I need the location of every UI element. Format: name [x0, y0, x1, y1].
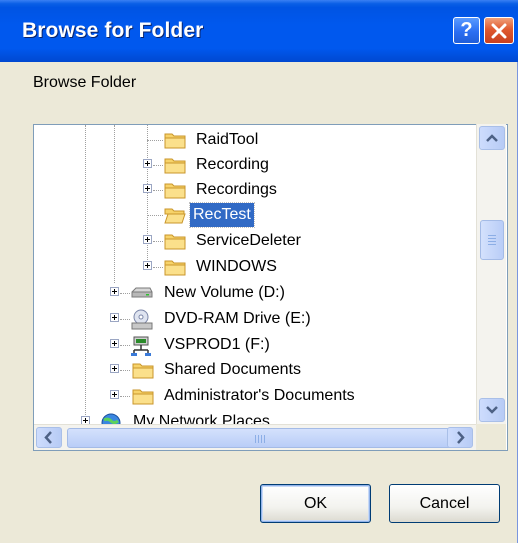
tree-guide-line: [153, 165, 163, 166]
chevron-down-icon: [486, 406, 498, 414]
expand-icon[interactable]: [110, 339, 119, 348]
hard-drive-icon: [131, 287, 153, 298]
folder-icon: [164, 260, 186, 276]
tree-item-label: VSPROD1 (F:): [164, 336, 270, 353]
folder-icon: [164, 234, 186, 250]
tree-item-label: ServiceDeleter: [196, 232, 301, 249]
chevron-right-icon: [457, 431, 465, 444]
tree-item-label: New Volume (D:): [164, 284, 285, 301]
folder-tree[interactable]: RaidTool Recording Recordings RecTest Se…: [33, 124, 508, 451]
tree-guide-line: [120, 293, 130, 294]
folder-icon: [132, 363, 154, 379]
expand-icon[interactable]: [110, 364, 119, 373]
tree-item[interactable]: ServiceDeleter: [34, 229, 474, 253]
expand-icon[interactable]: [110, 313, 119, 322]
help-button[interactable]: ?: [453, 17, 480, 44]
expand-icon[interactable]: [110, 390, 119, 399]
scrollbar-corner: [476, 424, 506, 450]
scroll-up-button[interactable]: [479, 126, 505, 150]
tree-guide-line: [120, 319, 130, 320]
close-button[interactable]: [484, 17, 514, 44]
tree-guide-line: [120, 345, 130, 346]
tree-item[interactable]: Recordings: [34, 178, 474, 202]
scroll-right-button[interactable]: [447, 427, 473, 448]
tree-item-label: Shared Documents: [164, 361, 301, 378]
scroll-down-button[interactable]: [479, 398, 505, 422]
scroll-left-button[interactable]: [36, 427, 62, 448]
prompt-label: Browse Folder: [33, 74, 137, 91]
tree-guide-line: [147, 140, 163, 141]
tree-guide-line: [153, 241, 163, 242]
folder-icon: [132, 389, 154, 405]
tree-item-label: RecTest: [189, 202, 255, 228]
horizontal-scrollbar[interactable]: [34, 424, 476, 450]
folder-icon: [164, 183, 186, 199]
help-icon: ?: [460, 19, 473, 41]
network-drive-icon: [131, 336, 151, 356]
tree-item-label: WINDOWS: [196, 258, 277, 275]
tree-guide-line: [153, 267, 163, 268]
title-bar[interactable]: Browse for Folder ?: [0, 0, 518, 62]
expand-icon[interactable]: [143, 261, 152, 270]
folder-icon: [164, 158, 186, 174]
browse-for-folder-dialog: Browse for Folder ? Browse Folder RaidTo…: [0, 0, 518, 543]
tree-item[interactable]: VSPROD1 (F:): [34, 333, 474, 357]
tree-item[interactable]: DVD-RAM Drive (E:): [34, 307, 474, 331]
tree-item-selected[interactable]: RecTest: [34, 202, 474, 228]
tree-item-label: Administrator's Documents: [164, 387, 355, 404]
tree-item[interactable]: Shared Documents: [34, 358, 474, 382]
tree-guide-line: [120, 370, 130, 371]
vertical-scrollbar[interactable]: [476, 124, 506, 425]
tree-guide-line: [147, 215, 163, 216]
tree-item[interactable]: WINDOWS: [34, 255, 474, 279]
tree-item[interactable]: RaidTool: [34, 128, 474, 152]
tree-guide-line: [120, 396, 130, 397]
chevron-up-icon: [486, 134, 498, 142]
tree-item[interactable]: Administrator's Documents: [34, 384, 474, 408]
expand-icon[interactable]: [143, 159, 152, 168]
ok-button[interactable]: OK: [260, 484, 371, 523]
tree-item-label: RaidTool: [196, 131, 259, 148]
tree-item-label: Recording: [196, 156, 269, 173]
vertical-scroll-thumb[interactable]: [480, 220, 504, 260]
expand-icon[interactable]: [110, 287, 119, 296]
tree-item[interactable]: Recording: [34, 153, 474, 177]
tree-item-label: Recordings: [196, 181, 277, 198]
horizontal-scroll-thumb[interactable]: [67, 428, 453, 448]
dvd-drive-icon: [131, 309, 153, 330]
expand-icon[interactable]: [143, 184, 152, 193]
tree-item-label: DVD-RAM Drive (E:): [164, 310, 311, 327]
window-title: Browse for Folder: [22, 19, 204, 42]
folder-icon: [164, 133, 186, 149]
expand-icon[interactable]: [143, 235, 152, 244]
chevron-left-icon: [44, 431, 52, 444]
tree-item[interactable]: New Volume (D:): [34, 281, 474, 305]
cancel-button[interactable]: Cancel: [389, 484, 500, 523]
tree-guide-line: [153, 190, 163, 191]
close-icon: [491, 23, 507, 39]
folder-open-icon: [164, 208, 186, 224]
